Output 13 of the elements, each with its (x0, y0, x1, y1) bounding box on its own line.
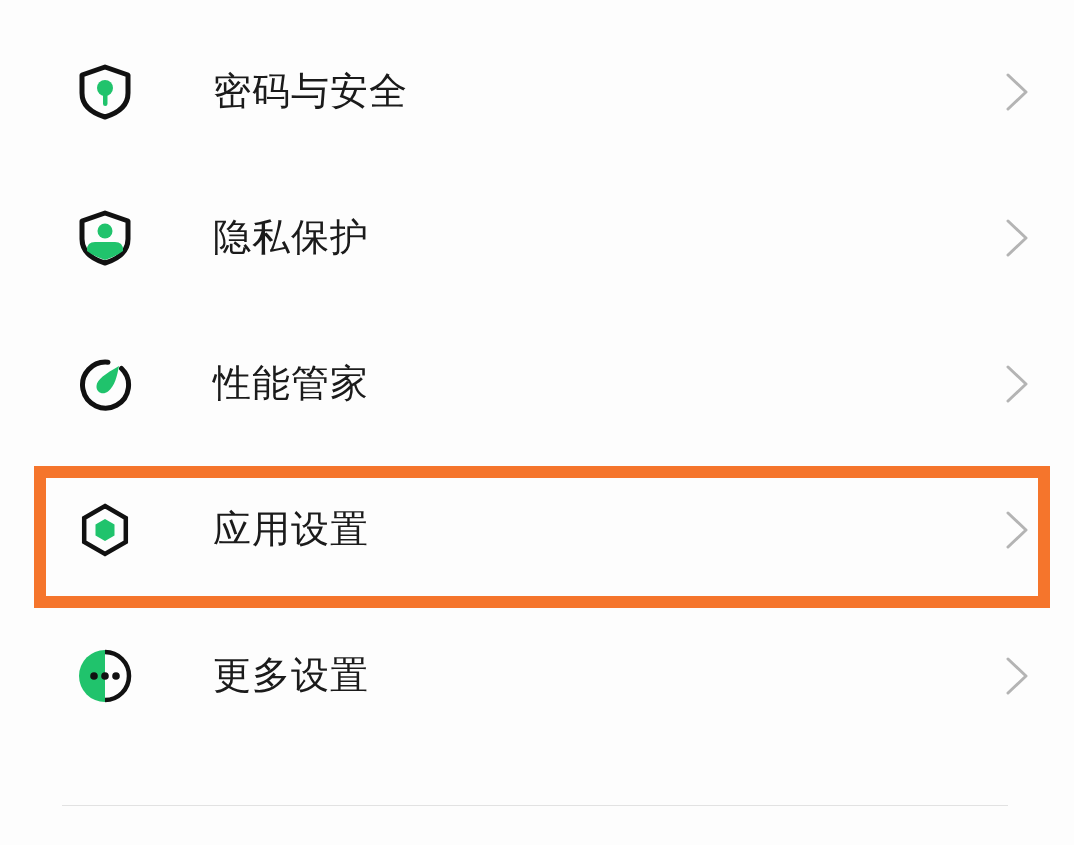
shield-person-icon (77, 210, 133, 266)
settings-item-label[interactable]: 更多设置 (213, 653, 369, 699)
chevron-right-icon (1006, 365, 1028, 403)
settings-item-label[interactable]: 隐私保护 (213, 215, 369, 261)
chevron-right-icon (1006, 73, 1028, 111)
chevron-right-icon (1006, 511, 1028, 549)
chevron-right-icon (1006, 657, 1028, 695)
settings-item-label[interactable]: 性能管家 (213, 361, 369, 407)
chevron-right-icon (1006, 219, 1028, 257)
more-dots-icon (77, 648, 133, 704)
settings-item-label[interactable]: 应用设置 (213, 507, 369, 553)
shield-keyhole-icon (77, 64, 133, 120)
settings-item-label[interactable]: 密码与安全 (213, 69, 408, 115)
